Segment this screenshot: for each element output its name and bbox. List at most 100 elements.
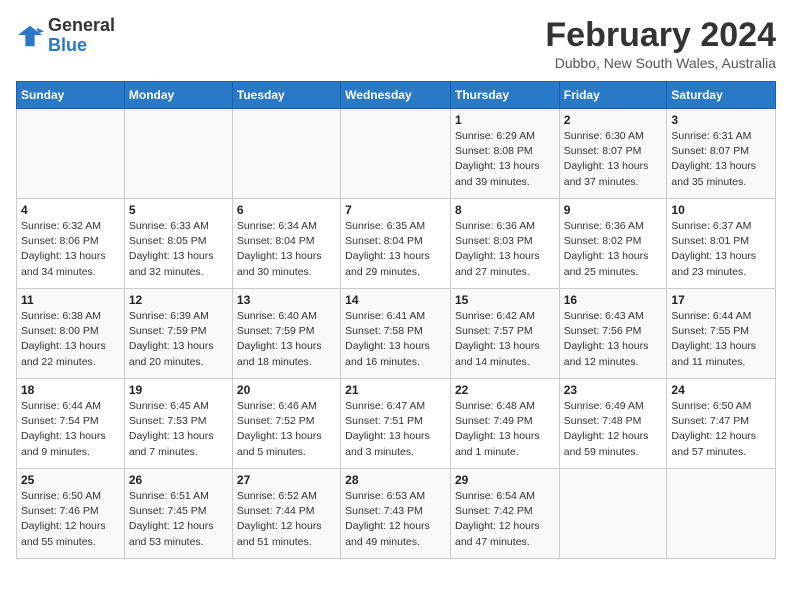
calendar-week-row: 18Sunrise: 6:44 AM Sunset: 7:54 PM Dayli… (17, 379, 776, 469)
day-detail: Sunrise: 6:46 AM Sunset: 7:52 PM Dayligh… (237, 399, 336, 460)
day-detail: Sunrise: 6:36 AM Sunset: 8:03 PM Dayligh… (455, 219, 555, 280)
day-number: 24 (671, 383, 771, 397)
calendar-cell: 4 Sunrise: 6:32 AM Sunset: 8:06 PM Daylig… (17, 199, 125, 289)
day-number: 16 (564, 293, 663, 307)
day-number: 13 (237, 293, 336, 307)
day-detail: Sunrise: 6:50 AM Sunset: 7:46 PM Dayligh… (21, 489, 120, 550)
day-detail: Sunrise: 6:52 AM Sunset: 7:44 PM Dayligh… (237, 489, 336, 550)
logo-blue: Blue (48, 35, 87, 55)
calendar-cell: 12Sunrise: 6:39 AM Sunset: 7:59 PM Dayli… (124, 289, 232, 379)
day-detail: Sunrise: 6:30 AM Sunset: 8:07 PM Dayligh… (564, 129, 663, 190)
calendar-cell: 19 Sunrise: 6:45 AM Sunset: 7:53 PM Dayli… (124, 379, 232, 469)
day-number: 22 (455, 383, 555, 397)
calendar-cell: 15Sunrise: 6:42 AM Sunset: 7:57 PM Dayli… (450, 289, 559, 379)
calendar-week-row: 25 Sunrise: 6:50 AM Sunset: 7:46 PM Dayli… (17, 469, 776, 559)
calendar-cell: 3 Sunrise: 6:31 AM Sunset: 8:07 PM Daylig… (667, 109, 776, 199)
day-number: 25 (21, 473, 120, 487)
calendar-header: SundayMondayTuesdayWednesdayThursdayFrid… (17, 82, 776, 109)
day-detail: Sunrise: 6:44 AM Sunset: 7:55 PM Dayligh… (671, 309, 771, 370)
day-number: 10 (671, 203, 771, 217)
weekday-header: Friday (559, 82, 667, 109)
day-detail: Sunrise: 6:35 AM Sunset: 8:04 PM Dayligh… (345, 219, 446, 280)
logo-icon (16, 22, 44, 50)
weekday-header: Saturday (667, 82, 776, 109)
day-number: 1 (455, 113, 555, 127)
day-detail: Sunrise: 6:48 AM Sunset: 7:49 PM Dayligh… (455, 399, 555, 460)
calendar-cell (232, 109, 340, 199)
weekday-header: Thursday (450, 82, 559, 109)
calendar-cell: 23 Sunrise: 6:49 AM Sunset: 7:48 PM Dayli… (559, 379, 667, 469)
weekday-header: Tuesday (232, 82, 340, 109)
title-block: February 2024 Dubbo, New South Wales, Au… (545, 16, 776, 71)
day-number: 19 (129, 383, 228, 397)
day-detail: Sunrise: 6:41 AM Sunset: 7:58 PM Dayligh… (345, 309, 446, 370)
calendar-cell (124, 109, 232, 199)
calendar-cell: 28 Sunrise: 6:53 AM Sunset: 7:43 PM Dayli… (341, 469, 451, 559)
day-number: 8 (455, 203, 555, 217)
location: Dubbo, New South Wales, Australia (545, 55, 776, 71)
day-number: 11 (21, 293, 120, 307)
day-detail: Sunrise: 6:53 AM Sunset: 7:43 PM Dayligh… (345, 489, 446, 550)
day-number: 4 (21, 203, 120, 217)
weekday-header: Sunday (17, 82, 125, 109)
calendar-cell (341, 109, 451, 199)
calendar-cell: 1 Sunrise: 6:29 AM Sunset: 8:08 PM Daylig… (450, 109, 559, 199)
day-number: 5 (129, 203, 228, 217)
logo: General Blue (16, 16, 115, 56)
calendar-cell: 2 Sunrise: 6:30 AM Sunset: 8:07 PM Daylig… (559, 109, 667, 199)
day-detail: Sunrise: 6:44 AM Sunset: 7:54 PM Dayligh… (21, 399, 120, 460)
day-number: 23 (564, 383, 663, 397)
weekday-row: SundayMondayTuesdayWednesdayThursdayFrid… (17, 82, 776, 109)
calendar-cell: 14 Sunrise: 6:41 AM Sunset: 7:58 PM Dayli… (341, 289, 451, 379)
day-detail: Sunrise: 6:32 AM Sunset: 8:06 PM Dayligh… (21, 219, 120, 280)
calendar-cell (559, 469, 667, 559)
weekday-header: Monday (124, 82, 232, 109)
calendar-cell: 22 Sunrise: 6:48 AM Sunset: 7:49 PM Dayli… (450, 379, 559, 469)
calendar-cell: 20Sunrise: 6:46 AM Sunset: 7:52 PM Dayli… (232, 379, 340, 469)
day-detail: Sunrise: 6:33 AM Sunset: 8:05 PM Dayligh… (129, 219, 228, 280)
day-detail: Sunrise: 6:51 AM Sunset: 7:45 PM Dayligh… (129, 489, 228, 550)
calendar-cell: 8 Sunrise: 6:36 AM Sunset: 8:03 PM Daylig… (450, 199, 559, 289)
calendar-body: 1 Sunrise: 6:29 AM Sunset: 8:08 PM Daylig… (17, 109, 776, 559)
calendar-cell: 17 Sunrise: 6:44 AM Sunset: 7:55 PM Dayli… (667, 289, 776, 379)
weekday-header: Wednesday (341, 82, 451, 109)
day-detail: Sunrise: 6:42 AM Sunset: 7:57 PM Dayligh… (455, 309, 555, 370)
day-detail: Sunrise: 6:37 AM Sunset: 8:01 PM Dayligh… (671, 219, 771, 280)
day-detail: Sunrise: 6:29 AM Sunset: 8:08 PM Dayligh… (455, 129, 555, 190)
calendar-week-row: 1 Sunrise: 6:29 AM Sunset: 8:08 PM Daylig… (17, 109, 776, 199)
calendar-cell: 5 Sunrise: 6:33 AM Sunset: 8:05 PM Daylig… (124, 199, 232, 289)
day-number: 21 (345, 383, 446, 397)
day-detail: Sunrise: 6:36 AM Sunset: 8:02 PM Dayligh… (564, 219, 663, 280)
calendar-cell: 29Sunrise: 6:54 AM Sunset: 7:42 PM Dayli… (450, 469, 559, 559)
day-number: 12 (129, 293, 228, 307)
calendar-cell: 6 Sunrise: 6:34 AM Sunset: 8:04 PM Daylig… (232, 199, 340, 289)
day-number: 17 (671, 293, 771, 307)
calendar-week-row: 11 Sunrise: 6:38 AM Sunset: 8:00 PM Dayli… (17, 289, 776, 379)
day-number: 2 (564, 113, 663, 127)
day-detail: Sunrise: 6:45 AM Sunset: 7:53 PM Dayligh… (129, 399, 228, 460)
day-detail: Sunrise: 6:34 AM Sunset: 8:04 PM Dayligh… (237, 219, 336, 280)
day-number: 7 (345, 203, 446, 217)
day-number: 6 (237, 203, 336, 217)
day-detail: Sunrise: 6:47 AM Sunset: 7:51 PM Dayligh… (345, 399, 446, 460)
calendar-cell (667, 469, 776, 559)
day-number: 14 (345, 293, 446, 307)
page-header: General Blue February 2024 Dubbo, New So… (16, 16, 776, 71)
calendar-cell: 27 Sunrise: 6:52 AM Sunset: 7:44 PM Dayli… (232, 469, 340, 559)
day-detail: Sunrise: 6:49 AM Sunset: 7:48 PM Dayligh… (564, 399, 663, 460)
day-number: 28 (345, 473, 446, 487)
day-detail: Sunrise: 6:54 AM Sunset: 7:42 PM Dayligh… (455, 489, 555, 550)
calendar-week-row: 4 Sunrise: 6:32 AM Sunset: 8:06 PM Daylig… (17, 199, 776, 289)
calendar-cell: 9Sunrise: 6:36 AM Sunset: 8:02 PM Daylig… (559, 199, 667, 289)
calendar-cell: 11 Sunrise: 6:38 AM Sunset: 8:00 PM Dayli… (17, 289, 125, 379)
calendar-cell: 7 Sunrise: 6:35 AM Sunset: 8:04 PM Daylig… (341, 199, 451, 289)
calendar-cell: 16 Sunrise: 6:43 AM Sunset: 7:56 PM Dayli… (559, 289, 667, 379)
day-detail: Sunrise: 6:31 AM Sunset: 8:07 PM Dayligh… (671, 129, 771, 190)
day-number: 3 (671, 113, 771, 127)
day-detail: Sunrise: 6:38 AM Sunset: 8:00 PM Dayligh… (21, 309, 120, 370)
day-number: 26 (129, 473, 228, 487)
day-number: 27 (237, 473, 336, 487)
calendar-cell: 18Sunrise: 6:44 AM Sunset: 7:54 PM Dayli… (17, 379, 125, 469)
day-detail: Sunrise: 6:50 AM Sunset: 7:47 PM Dayligh… (671, 399, 771, 460)
day-detail: Sunrise: 6:43 AM Sunset: 7:56 PM Dayligh… (564, 309, 663, 370)
